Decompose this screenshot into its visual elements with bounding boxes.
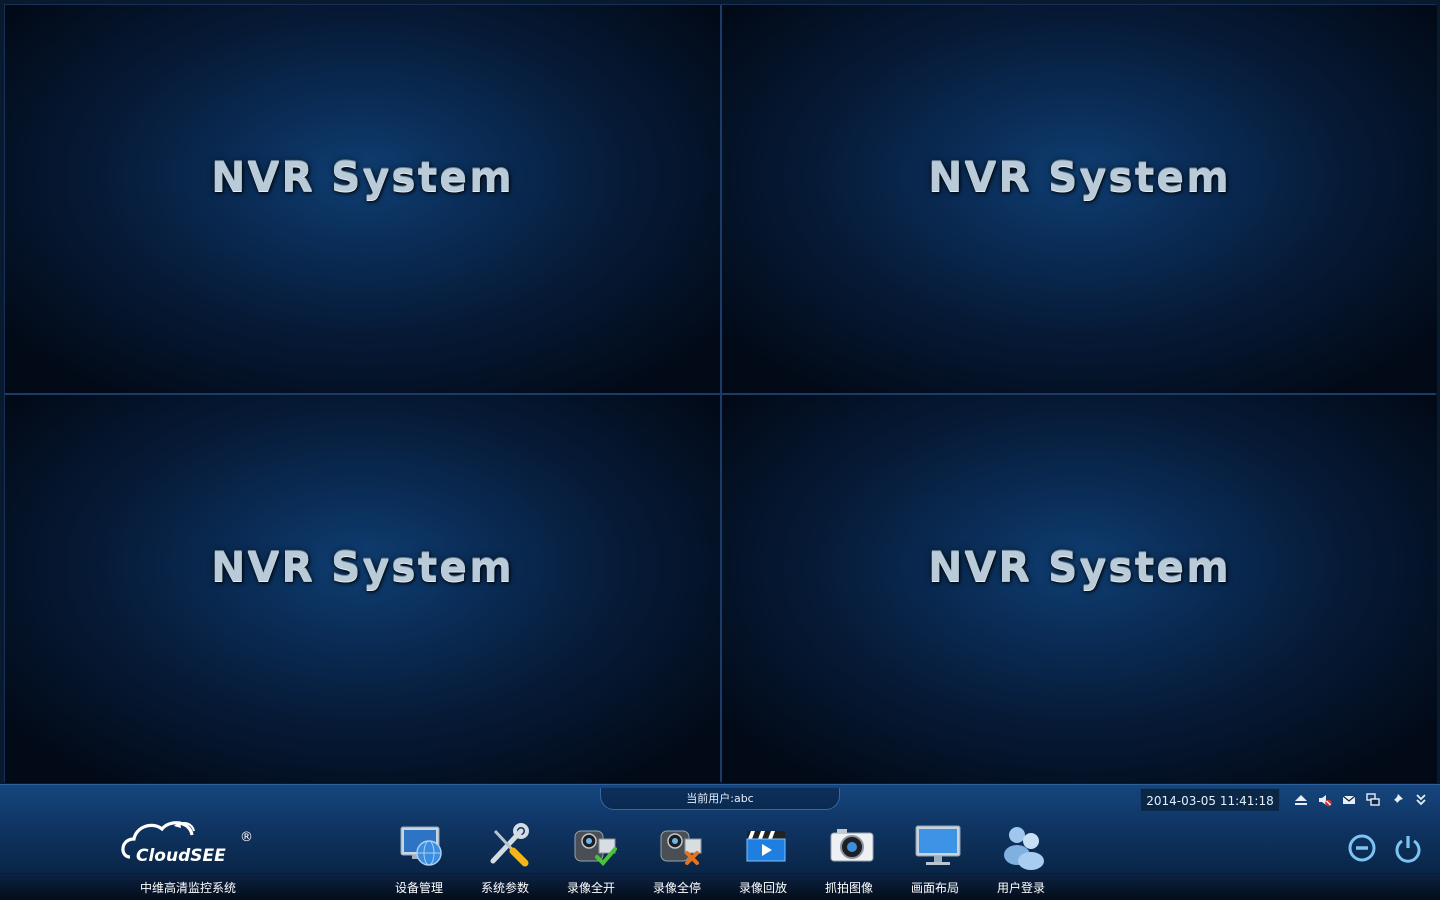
menu-label: 画面布局: [910, 881, 959, 895]
video-pane-2[interactable]: NVR System: [722, 5, 1437, 393]
menu-label: 录像全开: [566, 881, 615, 895]
menu-label: 录像回放: [738, 881, 787, 895]
pin-icon[interactable]: [1388, 791, 1406, 809]
network-icon[interactable]: [1364, 791, 1382, 809]
record-all-on-icon: [569, 821, 619, 871]
user-login-icon: [999, 821, 1049, 871]
menu-label: 设备管理: [394, 881, 443, 895]
cloudsee-logo: CloudSEE ®: [118, 815, 258, 871]
mute-icon[interactable]: [1316, 791, 1334, 809]
menu-label: 抓拍图像: [824, 881, 873, 895]
video-grid: NVR System NVR System NVR System NVR Sys…: [4, 4, 1437, 783]
menu-label: 用户登录: [996, 881, 1045, 895]
nvr-client-window: NVR System NVR System NVR System NVR Sys…: [0, 0, 1440, 900]
system-tray: [1292, 791, 1430, 809]
chevron-down-icon[interactable]: [1412, 791, 1430, 809]
eject-icon[interactable]: [1292, 791, 1310, 809]
minimize-icon: [1348, 834, 1376, 862]
pane-title: NVR System: [928, 543, 1231, 591]
pane-title: NVR System: [211, 543, 514, 591]
video-pane-1[interactable]: NVR System: [5, 5, 720, 393]
device-management-icon: [397, 821, 447, 871]
snapshot-icon: [827, 821, 877, 871]
video-pane-4[interactable]: NVR System: [722, 395, 1437, 783]
video-pane-3[interactable]: NVR System: [5, 395, 720, 783]
bottom-toolbar: 当前用户:abc 2014-03-05 11:41:18 CloudSEE ® …: [0, 784, 1440, 900]
current-user-label: 当前用户:abc: [600, 788, 840, 810]
pane-title: NVR System: [211, 153, 514, 201]
record-all-stop-icon: [655, 821, 705, 871]
layout-icon: [913, 821, 963, 871]
system-settings-icon: [483, 821, 533, 871]
pane-title: NVR System: [928, 153, 1231, 201]
menu-label: 录像全停: [652, 881, 701, 895]
menu-user-login[interactable]: 用户登录: [990, 819, 1076, 897]
playback-icon: [741, 821, 791, 871]
registered-mark: ®: [240, 830, 253, 845]
mail-icon[interactable]: [1340, 791, 1358, 809]
power-icon: [1395, 836, 1421, 863]
menu-label: 系统参数: [480, 881, 529, 895]
main-menu: 设备管理 系统参数 录像全开 录像全停 录像回放 抓拍图像 画面布局 用户登录: [388, 819, 1076, 897]
logo-text: CloudSEE: [136, 846, 226, 866]
minimize-button[interactable]: [1346, 832, 1378, 864]
app-caption: 中维高清监控系统: [139, 881, 236, 895]
power-button[interactable]: [1392, 832, 1424, 864]
datetime-display: 2014-03-05 11:41:18: [1140, 788, 1280, 812]
